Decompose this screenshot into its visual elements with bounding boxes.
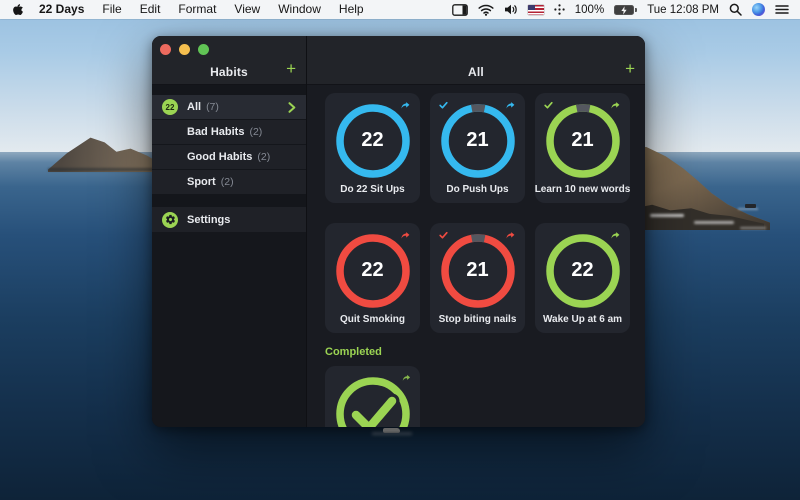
menu-view[interactable]: View (225, 0, 269, 19)
menu-22-days[interactable]: 22 Days (30, 0, 93, 19)
menu-items: 22 DaysFileEditFormatViewWindowHelp (30, 0, 373, 19)
sidebar-spacer (152, 195, 306, 207)
apple-menu[interactable] (11, 2, 24, 17)
zoom-button[interactable] (198, 44, 209, 55)
display-icon[interactable] (452, 4, 468, 16)
battery-percent[interactable]: 100% (575, 4, 604, 16)
sidebar-item-sport[interactable]: Sport (2) (152, 170, 306, 194)
sidebar-fill (152, 232, 306, 427)
settings-label: Settings (187, 214, 230, 226)
sidebar-item-label: Bad Habits (187, 126, 244, 138)
habit-card-do-22-sit-ups[interactable]: 22 Do 22 Sit Ups (325, 93, 420, 203)
notification-center-icon[interactable] (775, 4, 789, 15)
completed-ring (335, 376, 411, 427)
sidebar-spacer (152, 85, 306, 95)
count-badge: 22 (162, 99, 178, 115)
sidebar-item-count: (2) (249, 126, 262, 138)
sidebar-header: Habits + (152, 36, 306, 85)
menu-window[interactable]: Window (269, 0, 330, 19)
streak-count: 21 (440, 129, 516, 152)
habits-app-window: Habits + 22 All (7) Bad Habits (2) Good … (152, 36, 645, 427)
wifi-icon[interactable] (478, 4, 494, 16)
sidebar-item-label: Good Habits (187, 151, 252, 163)
habit-name: Stop biting nails (439, 314, 517, 325)
habit-name: Quit Smoking (340, 314, 405, 325)
us-flag-icon[interactable] (528, 5, 544, 15)
main-title: All (307, 65, 645, 79)
sidebar-item-good-habits[interactable]: Good Habits (2) (152, 145, 306, 169)
sidebar-list: 22 All (7) Bad Habits (2) Good Habits (2… (152, 95, 306, 195)
menu-file[interactable]: File (93, 0, 130, 19)
menu-clock[interactable]: Tue 12:08 PM (647, 4, 719, 16)
wallpaper-surf (694, 221, 734, 224)
boat-near (383, 428, 400, 433)
sidebar-item-bad-habits[interactable]: Bad Habits (2) (152, 120, 306, 144)
sidebar-item-count: (2) (221, 176, 234, 188)
streak-count: 22 (335, 259, 411, 282)
sidebar-item-count: (7) (206, 101, 219, 113)
habit-grid: 22 Do 22 Sit Ups 21 Do Push Ups (325, 93, 645, 333)
main-header: All + (307, 36, 645, 85)
chevron-right-icon (288, 102, 296, 113)
minimize-button[interactable] (179, 44, 190, 55)
habit-card-stop-biting-nails[interactable]: 21 Stop biting nails (430, 223, 525, 333)
add-habit-button-main[interactable]: + (625, 60, 635, 77)
completed-heading: Completed (325, 346, 645, 358)
menu-bar: 22 DaysFileEditFormatViewWindowHelp 100% (0, 0, 800, 19)
progress-ring: 22 (545, 233, 621, 309)
progress-ring: 22 (335, 103, 411, 179)
window-controls (160, 44, 209, 55)
sidebar-item-all[interactable]: 22 All (7) (152, 95, 306, 119)
wallpaper-island-left-shadow (48, 168, 166, 171)
keyboard-brightness-icon[interactable] (554, 4, 565, 15)
gear-icon (162, 212, 178, 228)
boat-wake (738, 208, 758, 210)
habit-name: Do 22 Sit Ups (340, 184, 404, 195)
status-icons: 100% Tue 12:08 PM (452, 3, 789, 16)
wallpaper-surf (740, 227, 766, 229)
battery-icon[interactable] (614, 5, 637, 15)
menu-format[interactable]: Format (169, 0, 225, 19)
streak-count: 21 (545, 129, 621, 152)
flag-canton (528, 5, 535, 11)
streak-count: 22 (335, 129, 411, 152)
wallpaper-surf (650, 214, 684, 217)
menu-help[interactable]: Help (330, 0, 373, 19)
sidebar: Habits + 22 All (7) Bad Habits (2) Good … (152, 36, 307, 427)
habit-card-wake-up-at-6-am[interactable]: 22 Wake Up at 6 am (535, 223, 630, 333)
sidebar-item-label: Sport (187, 176, 216, 188)
volume-icon[interactable] (504, 4, 518, 15)
main-pane: All + 22 Do 22 Sit Ups (307, 36, 645, 427)
habit-name: Learn 10 new words (535, 184, 631, 195)
main-content: 22 Do 22 Sit Ups 21 Do Push Ups (307, 85, 645, 427)
battery-body (614, 5, 634, 15)
battery-nub (635, 8, 637, 12)
siri-icon[interactable] (752, 3, 765, 16)
sidebar-item-count: (2) (257, 151, 270, 163)
completed-habit-card[interactable] (325, 366, 420, 427)
habit-card-do-push-ups[interactable]: 21 Do Push Ups (430, 93, 525, 203)
habit-card-quit-smoking[interactable]: 22 Quit Smoking (325, 223, 420, 333)
streak-count: 22 (545, 259, 621, 282)
add-habit-button[interactable]: + (286, 60, 296, 77)
menu-edit[interactable]: Edit (131, 0, 170, 19)
apple-icon (11, 2, 24, 17)
streak-count: 21 (440, 259, 516, 282)
sidebar-title: Habits (152, 65, 306, 79)
progress-ring: 21 (545, 103, 621, 179)
habit-name: Wake Up at 6 am (543, 314, 622, 325)
habit-card-learn-10-new-words[interactable]: 21 Learn 10 new words (535, 93, 630, 203)
boat-far (745, 204, 756, 208)
habit-name: Do Push Ups (446, 184, 508, 195)
progress-ring: 21 (440, 233, 516, 309)
sidebar-item-settings[interactable]: Settings (152, 207, 306, 232)
progress-ring: 21 (440, 103, 516, 179)
progress-ring: 22 (335, 233, 411, 309)
close-button[interactable] (160, 44, 171, 55)
sidebar-item-label: All (187, 101, 201, 113)
spotlight-icon[interactable] (729, 3, 742, 16)
